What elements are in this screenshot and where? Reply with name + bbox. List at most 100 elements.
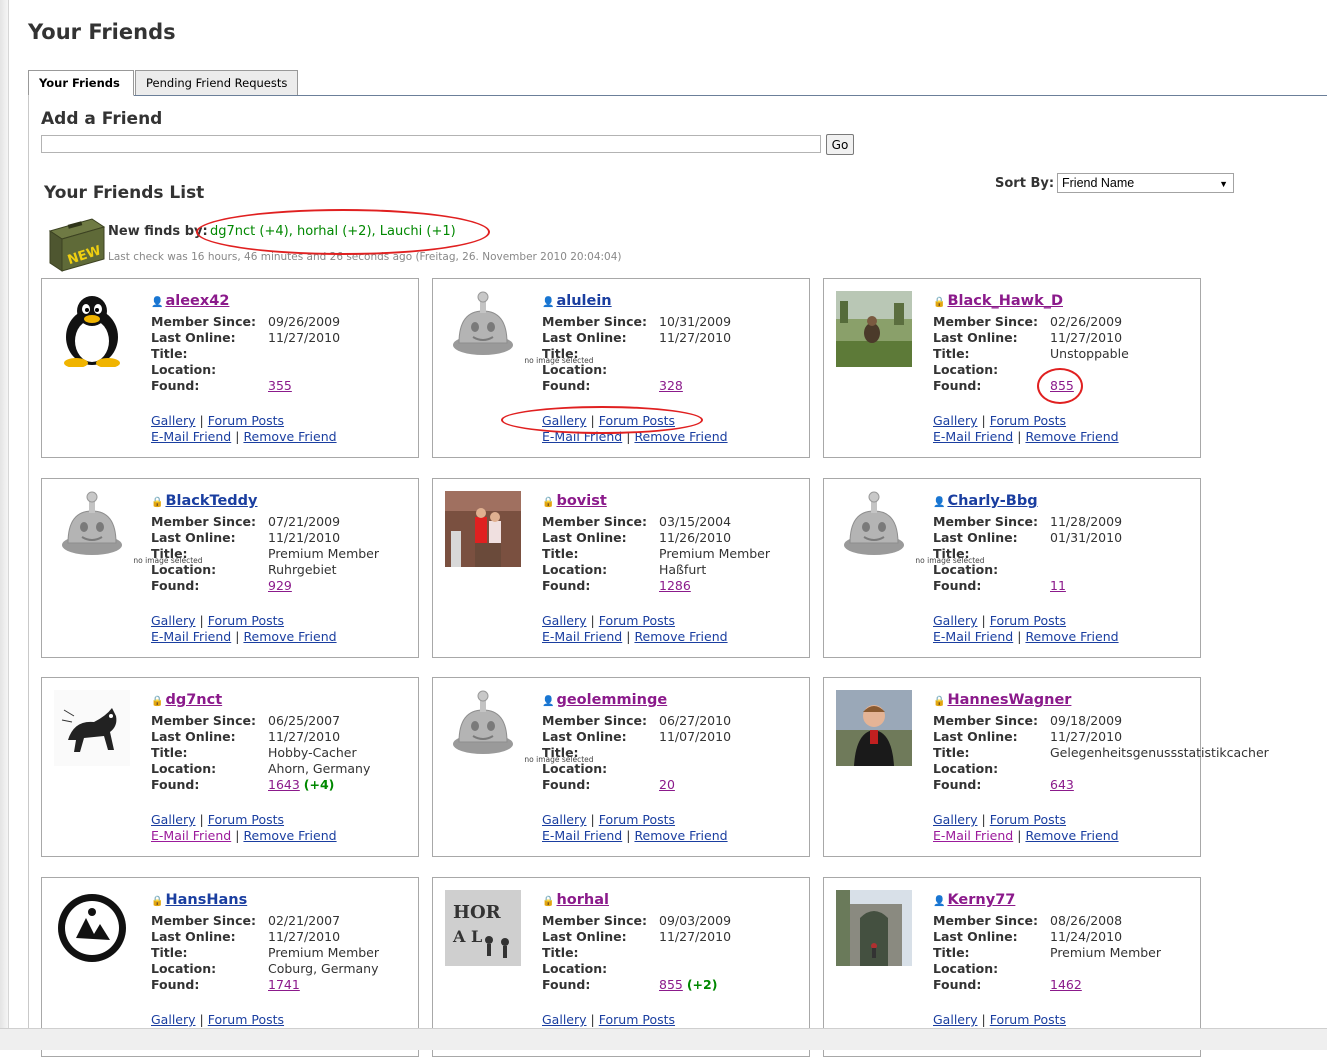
email-friend-link[interactable]: E-Mail Friend	[151, 828, 231, 843]
gallery-link[interactable]: Gallery	[151, 613, 196, 628]
friend-name-link[interactable]: 👤 geolemminge	[542, 692, 667, 708]
friend-name-link[interactable]: 🔒 HansHans	[151, 892, 247, 908]
location-value: Ahorn, Germany	[268, 761, 371, 776]
friend-name-link[interactable]: 🔒 Black_Hawk_D	[933, 293, 1063, 309]
last-online-label: Last Online:	[933, 530, 1018, 545]
found-count-link[interactable]: 11	[1050, 578, 1066, 593]
tab-your-friends[interactable]: Your Friends	[28, 70, 134, 96]
found-count-link[interactable]: 1741	[268, 977, 300, 992]
gallery-link[interactable]: Gallery	[151, 1012, 196, 1027]
gallery-link[interactable]: Gallery	[542, 613, 587, 628]
email-friend-link[interactable]: E-Mail Friend	[151, 629, 231, 644]
friend-name-link[interactable]: 👤 Kerny77	[933, 892, 1015, 908]
friend-name-link[interactable]: 🔒 BlackTeddy	[151, 493, 258, 509]
remove-friend-link[interactable]: Remove Friend	[243, 429, 336, 444]
gallery-link[interactable]: Gallery	[933, 812, 978, 827]
title-value: Premium Member	[268, 945, 380, 960]
email-friend-link[interactable]: E-Mail Friend	[542, 629, 622, 644]
found-count-link[interactable]: 1462	[1050, 977, 1082, 992]
forum-posts-link[interactable]: Forum Posts	[990, 613, 1066, 628]
forum-posts-link[interactable]: Forum Posts	[208, 613, 284, 628]
remove-friend-link[interactable]: Remove Friend	[243, 828, 336, 843]
gallery-link[interactable]: Gallery	[933, 613, 978, 628]
friend-name-link[interactable]: 🔒 HannesWagner	[933, 692, 1071, 708]
remove-friend-link[interactable]: Remove Friend	[1025, 828, 1118, 843]
found-count-link[interactable]: 643	[1050, 777, 1074, 792]
location-value: Ruhrgebiet	[268, 562, 337, 577]
found-count-link[interactable]: 1643	[268, 777, 300, 792]
forum-posts-link[interactable]: Forum Posts	[990, 413, 1066, 428]
browser-status-bar	[0, 1028, 1327, 1050]
title-label: Title:	[933, 945, 970, 960]
no-image-placeholder-icon[interactable]: no image selected	[836, 491, 985, 567]
avatar[interactable]	[836, 890, 912, 966]
found-label: Found:	[933, 378, 982, 393]
avatar[interactable]	[445, 491, 521, 567]
found-count-link[interactable]: 20	[659, 777, 675, 792]
remove-friend-link[interactable]: Remove Friend	[243, 629, 336, 644]
member-since-value: 10/31/2009	[659, 314, 732, 329]
title-label: Title:	[151, 546, 188, 561]
forum-posts-link[interactable]: Forum Posts	[208, 812, 284, 827]
gallery-link[interactable]: Gallery	[542, 413, 587, 428]
gallery-link[interactable]: Gallery	[542, 812, 587, 827]
no-image-placeholder-icon[interactable]: no image selected	[445, 291, 594, 367]
friend-name-link[interactable]: 👤 Charly-Bbg	[933, 493, 1038, 509]
found-count-link[interactable]: 1286	[659, 578, 691, 593]
email-friend-link[interactable]: E-Mail Friend	[933, 429, 1013, 444]
email-friend-link[interactable]: E-Mail Friend	[542, 828, 622, 843]
found-count-link[interactable]: 929	[268, 578, 292, 593]
email-friend-link[interactable]: E-Mail Friend	[933, 828, 1013, 843]
last-check-text: Last check was 16 hours, 46 minutes and …	[108, 251, 622, 263]
found-count-link[interactable]: 328	[659, 378, 683, 393]
forum-posts-link[interactable]: Forum Posts	[208, 1012, 284, 1027]
avatar[interactable]	[836, 291, 912, 367]
friend-name: Kerny77	[947, 892, 1016, 908]
gallery-link[interactable]: Gallery	[151, 413, 196, 428]
member-since-label: Member Since:	[542, 314, 647, 329]
sort-by-select[interactable]: Friend Name ▼	[1057, 173, 1234, 193]
avatar[interactable]: HOR A L	[445, 890, 521, 966]
found-count-link[interactable]: 855	[659, 977, 683, 992]
gallery-link[interactable]: Gallery	[933, 413, 978, 428]
avatar[interactable]	[54, 291, 130, 368]
gallery-link[interactable]: Gallery	[151, 812, 196, 827]
remove-friend-link[interactable]: Remove Friend	[1025, 429, 1118, 444]
email-friend-link[interactable]: E-Mail Friend	[151, 429, 231, 444]
forum-posts-link[interactable]: Forum Posts	[599, 812, 675, 827]
email-friend-link[interactable]: E-Mail Friend	[542, 429, 622, 444]
gallery-link[interactable]: Gallery	[933, 1012, 978, 1027]
gallery-link[interactable]: Gallery	[542, 1012, 587, 1027]
found-count-link[interactable]: 855	[1050, 378, 1074, 393]
avatar[interactable]	[54, 890, 130, 966]
forum-posts-link[interactable]: Forum Posts	[990, 812, 1066, 827]
forum-posts-link[interactable]: Forum Posts	[990, 1012, 1066, 1027]
no-image-placeholder-icon[interactable]: no image selected	[445, 690, 594, 766]
remove-friend-link[interactable]: Remove Friend	[634, 429, 727, 444]
friends-list-heading: Your Friends List	[44, 183, 205, 203]
remove-friend-link[interactable]: Remove Friend	[1025, 629, 1118, 644]
forum-posts-link[interactable]: Forum Posts	[208, 413, 284, 428]
tab-pending-friend-requests[interactable]: Pending Friend Requests	[135, 70, 298, 96]
found-label: Found:	[542, 777, 591, 792]
forum-posts-link[interactable]: Forum Posts	[599, 1012, 675, 1027]
found-label: Found:	[151, 777, 200, 792]
forum-posts-link[interactable]: Forum Posts	[599, 613, 675, 628]
go-button[interactable]: Go	[826, 134, 854, 155]
no-image-placeholder-icon[interactable]: no image selected	[54, 491, 203, 567]
email-friend-link[interactable]: E-Mail Friend	[933, 629, 1013, 644]
remove-friend-link[interactable]: Remove Friend	[634, 828, 727, 843]
friend-name-link[interactable]: 🔒 bovist	[542, 493, 607, 509]
avatar[interactable]	[54, 690, 130, 766]
friend-name-link[interactable]: 👤 alulein	[542, 293, 612, 309]
avatar[interactable]	[836, 690, 912, 766]
friend-name-link[interactable]: 🔒 horhal	[542, 892, 609, 908]
friend-name-link[interactable]: 🔒 dg7nct	[151, 692, 222, 708]
friend-name-link[interactable]: 👤 aleex42	[151, 293, 229, 309]
remove-friend-link[interactable]: Remove Friend	[634, 629, 727, 644]
forum-posts-link[interactable]: Forum Posts	[599, 413, 675, 428]
found-count-link[interactable]: 355	[268, 378, 292, 393]
add-friend-input[interactable]	[41, 135, 821, 153]
last-online-value: 11/07/2010	[659, 729, 732, 744]
premium-member-icon: 🔒	[542, 896, 555, 907]
